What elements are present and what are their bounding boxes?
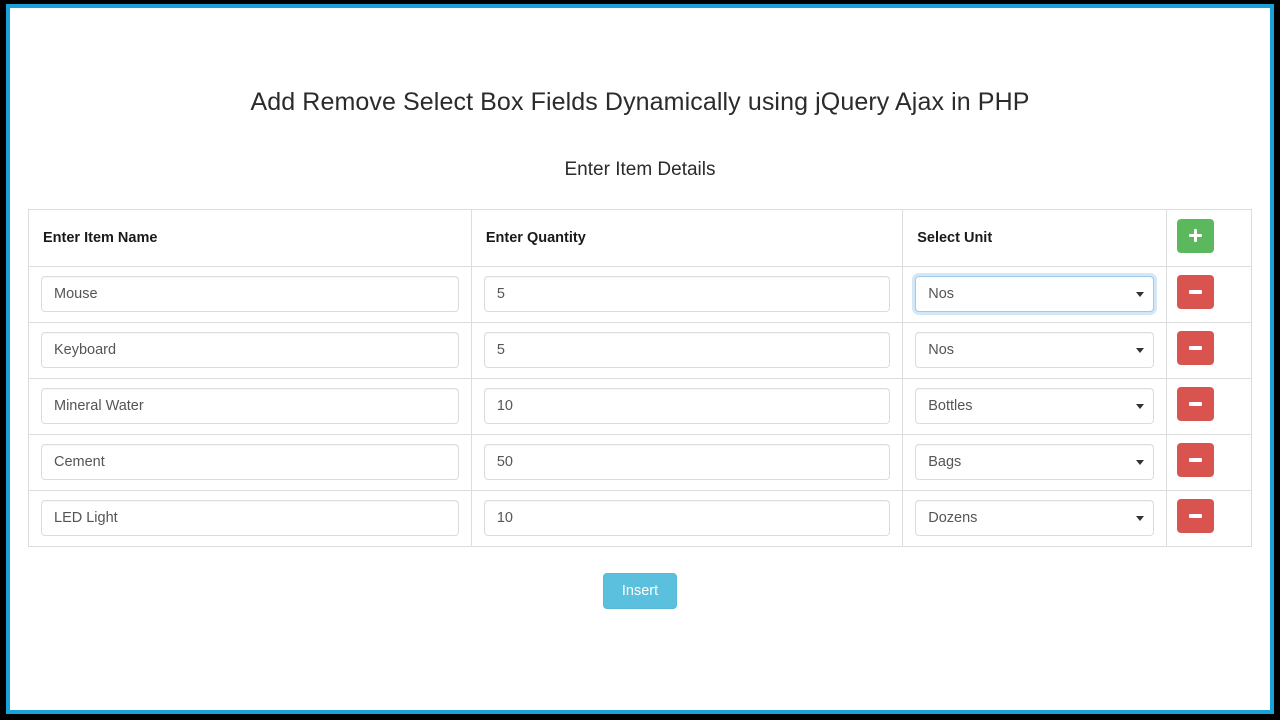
cell-item-name bbox=[29, 266, 472, 323]
item-name-input[interactable] bbox=[41, 276, 459, 312]
cell-quantity bbox=[471, 434, 904, 491]
page-subtitle: Enter Item Details bbox=[564, 159, 716, 180]
table-row: NosBottlesBagsDozens bbox=[29, 378, 1251, 435]
unit-select[interactable]: NosBottlesBagsDozens bbox=[915, 276, 1155, 312]
cell-action bbox=[1166, 322, 1251, 379]
table-row: NosBottlesBagsDozens bbox=[29, 322, 1251, 379]
cell-quantity bbox=[471, 266, 904, 323]
cell-quantity bbox=[471, 490, 904, 547]
column-header-quantity: Enter Quantity bbox=[471, 210, 904, 267]
table-header: Enter Item Name Enter Quantity Select Un… bbox=[29, 210, 1251, 267]
cell-item-name bbox=[29, 378, 472, 435]
item-table-container: Enter Item Name Enter Quantity Select Un… bbox=[28, 209, 1252, 547]
table-row: NosBottlesBagsDozens bbox=[29, 434, 1251, 491]
cell-item-name bbox=[29, 434, 472, 491]
item-name-input[interactable] bbox=[41, 332, 459, 368]
table-row: NosBottlesBagsDozens bbox=[29, 490, 1251, 547]
submit-row: Insert bbox=[10, 572, 1270, 609]
column-header-action bbox=[1166, 210, 1251, 267]
cell-action bbox=[1166, 266, 1251, 323]
quantity-input[interactable] bbox=[483, 500, 891, 536]
cell-item-name bbox=[29, 322, 472, 379]
remove-row-button[interactable] bbox=[1177, 442, 1215, 477]
column-header-unit: Select Unit bbox=[902, 210, 1168, 267]
cell-unit: NosBottlesBagsDozens bbox=[902, 322, 1168, 379]
cell-unit: NosBottlesBagsDozens bbox=[902, 490, 1168, 547]
item-name-input[interactable] bbox=[41, 500, 459, 536]
cell-action bbox=[1166, 490, 1251, 547]
video-frame: Add Remove Select Box Fields Dynamically… bbox=[0, 0, 1280, 720]
table-body: NosBottlesBagsDozens NosBottlesBagsDozens… bbox=[29, 266, 1251, 547]
unit-select[interactable]: NosBottlesBagsDozens bbox=[915, 332, 1155, 368]
quantity-input[interactable] bbox=[483, 276, 891, 312]
remove-row-button[interactable] bbox=[1177, 386, 1215, 421]
cell-unit: NosBottlesBagsDozens bbox=[902, 378, 1168, 435]
table-header-row: Enter Item Name Enter Quantity Select Un… bbox=[29, 210, 1251, 267]
insert-button[interactable]: Insert bbox=[602, 572, 678, 609]
cell-action bbox=[1166, 434, 1251, 491]
cell-unit: NosBottlesBagsDozens bbox=[902, 434, 1168, 491]
unit-select[interactable]: NosBottlesBagsDozens bbox=[915, 388, 1155, 424]
quantity-input[interactable] bbox=[483, 332, 891, 368]
column-header-item-name: Enter Item Name bbox=[29, 210, 472, 267]
cell-unit: NosBottlesBagsDozens bbox=[902, 266, 1168, 323]
table-row: NosBottlesBagsDozens bbox=[29, 266, 1251, 323]
unit-select-wrapper: NosBottlesBagsDozens bbox=[915, 276, 1155, 312]
unit-select-wrapper: NosBottlesBagsDozens bbox=[915, 388, 1155, 424]
unit-select-wrapper: NosBottlesBagsDozens bbox=[915, 500, 1155, 536]
item-name-input[interactable] bbox=[41, 444, 459, 480]
unit-select[interactable]: NosBottlesBagsDozens bbox=[915, 444, 1155, 480]
item-details-table: Enter Item Name Enter Quantity Select Un… bbox=[29, 210, 1251, 547]
quantity-input[interactable] bbox=[483, 444, 891, 480]
cell-action bbox=[1166, 378, 1251, 435]
quantity-input[interactable] bbox=[483, 388, 891, 424]
remove-row-button[interactable] bbox=[1177, 498, 1215, 533]
item-name-input[interactable] bbox=[41, 388, 459, 424]
cell-quantity bbox=[471, 378, 904, 435]
cell-item-name bbox=[29, 490, 472, 547]
browser-page: Add Remove Select Box Fields Dynamically… bbox=[10, 8, 1270, 710]
remove-row-button[interactable] bbox=[1177, 330, 1215, 365]
cell-quantity bbox=[471, 322, 904, 379]
page-title: Add Remove Select Box Fields Dynamically… bbox=[250, 88, 1030, 116]
unit-select-wrapper: NosBottlesBagsDozens bbox=[915, 444, 1155, 480]
unit-select[interactable]: NosBottlesBagsDozens bbox=[915, 500, 1155, 536]
add-row-button[interactable] bbox=[1177, 218, 1215, 253]
unit-select-wrapper: NosBottlesBagsDozens bbox=[915, 332, 1155, 368]
accent-border: Add Remove Select Box Fields Dynamically… bbox=[6, 4, 1274, 714]
remove-row-button[interactable] bbox=[1177, 274, 1215, 309]
